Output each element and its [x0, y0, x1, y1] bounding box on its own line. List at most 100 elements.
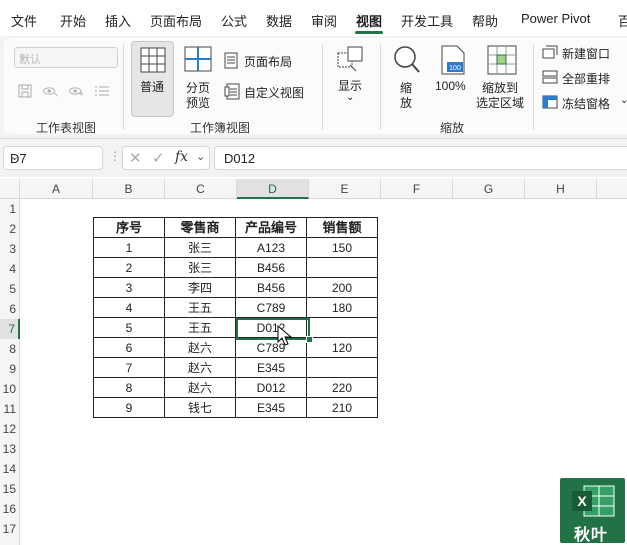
- table-cell[interactable]: 9: [93, 397, 165, 418]
- table-cell[interactable]: 4: [93, 297, 165, 318]
- table-cell[interactable]: 180: [306, 297, 378, 318]
- row-header-6[interactable]: 6: [0, 299, 20, 319]
- table-cell[interactable]: 赵六: [164, 357, 236, 378]
- table-cell[interactable]: C789: [235, 337, 307, 358]
- column-header-a[interactable]: A: [20, 179, 93, 199]
- column-header-e[interactable]: E: [309, 179, 381, 199]
- table-cell[interactable]: B456: [235, 257, 307, 278]
- table-cell[interactable]: 220: [306, 377, 378, 398]
- row-header-17[interactable]: 17: [0, 519, 20, 539]
- formula-input[interactable]: D012: [214, 146, 627, 170]
- fill-handle[interactable]: [306, 336, 313, 343]
- zoom-to-selection-button[interactable]: 缩放到 选定区域: [476, 41, 528, 115]
- row-header-18[interactable]: [0, 539, 20, 545]
- page-layout-button[interactable]: 页面布局: [222, 52, 322, 70]
- options-icon[interactable]: [94, 84, 110, 98]
- zoom-button[interactable]: 缩 放: [387, 41, 425, 115]
- header-cell[interactable]: 零售商: [164, 217, 236, 238]
- custom-views-button[interactable]: 自定义视图: [222, 83, 322, 101]
- tab-insert[interactable]: 插入: [105, 11, 131, 30]
- exit-view-icon[interactable]: [42, 84, 58, 98]
- table-cell[interactable]: 6: [93, 337, 165, 358]
- column-header-f[interactable]: F: [381, 179, 453, 199]
- tab-more[interactable]: 百: [618, 11, 627, 30]
- cancel-icon[interactable]: ✕: [129, 149, 142, 167]
- table-cell[interactable]: C789: [235, 297, 307, 318]
- zoom-100-button[interactable]: 100 100%: [431, 41, 473, 115]
- tab-home[interactable]: 开始: [60, 11, 86, 30]
- column-header-i[interactable]: [597, 179, 627, 199]
- tab-file[interactable]: 文件: [11, 11, 37, 30]
- tab-view[interactable]: 视图: [356, 11, 382, 30]
- row-header-15[interactable]: 15: [0, 479, 20, 499]
- row-header-3[interactable]: 3: [0, 239, 20, 259]
- table-cell[interactable]: 200: [306, 277, 378, 298]
- worksheet-grid[interactable]: A B C D E F G H 1 2 3 4 5 6 7 8 9 10 11 …: [0, 179, 627, 545]
- new-window-button[interactable]: 新建窗口: [540, 44, 627, 62]
- row-header-9[interactable]: 9: [0, 359, 20, 379]
- table-cell[interactable]: 张三: [164, 257, 236, 278]
- tab-formulas[interactable]: 公式: [221, 11, 247, 30]
- row-header-1[interactable]: 1: [0, 199, 20, 219]
- tab-page-layout[interactable]: 页面布局: [150, 11, 202, 30]
- arrange-all-button[interactable]: 全部重排: [540, 69, 627, 87]
- table-cell[interactable]: 8: [93, 377, 165, 398]
- table-cell[interactable]: D012: [235, 377, 307, 398]
- tab-developer[interactable]: 开发工具: [401, 11, 453, 30]
- table-cell[interactable]: 5: [93, 317, 165, 338]
- row-header-12[interactable]: 12: [0, 419, 20, 439]
- row-header-2[interactable]: 2: [0, 219, 20, 239]
- header-cell[interactable]: 序号: [93, 217, 165, 238]
- column-header-h[interactable]: H: [525, 179, 597, 199]
- table-cell[interactable]: E345: [235, 357, 307, 378]
- table-cell[interactable]: 赵六: [164, 377, 236, 398]
- tab-help[interactable]: 帮助: [472, 11, 498, 30]
- row-header-8[interactable]: 8: [0, 339, 20, 359]
- column-header-g[interactable]: G: [453, 179, 525, 199]
- row-header-14[interactable]: 14: [0, 459, 20, 479]
- table-cell[interactable]: [306, 317, 378, 338]
- row-header-4[interactable]: 4: [0, 259, 20, 279]
- normal-view-button[interactable]: 普通: [131, 41, 174, 117]
- header-cell[interactable]: 销售额: [306, 217, 378, 238]
- table-cell[interactable]: [306, 257, 378, 278]
- row-header-5[interactable]: 5: [0, 279, 20, 299]
- table-cell[interactable]: 210: [306, 397, 378, 418]
- insert-function-icon[interactable]: fx: [175, 149, 188, 165]
- table-cell[interactable]: 150: [306, 237, 378, 258]
- row-header-16[interactable]: 16: [0, 499, 20, 519]
- row-header-10[interactable]: 10: [0, 379, 20, 399]
- table-cell[interactable]: E345: [235, 397, 307, 418]
- tab-data[interactable]: 数据: [266, 11, 292, 30]
- table-cell[interactable]: 王五: [164, 297, 236, 318]
- row-header-7[interactable]: 7: [0, 319, 20, 339]
- tab-review[interactable]: 审阅: [311, 11, 337, 30]
- sheet-view-combo[interactable]: 默认 ⌄: [14, 47, 118, 68]
- table-cell[interactable]: 1: [93, 237, 165, 258]
- table-cell[interactable]: 钱七: [164, 397, 236, 418]
- new-view-icon[interactable]: [68, 84, 84, 98]
- table-cell[interactable]: A123: [235, 237, 307, 258]
- name-box[interactable]: D7 ⌄: [3, 146, 103, 170]
- table-cell[interactable]: B456: [235, 277, 307, 298]
- enter-icon[interactable]: ✓: [152, 149, 165, 167]
- tab-power-pivot[interactable]: Power Pivot: [521, 11, 590, 26]
- table-cell[interactable]: 张三: [164, 237, 236, 258]
- table-cell[interactable]: 2: [93, 257, 165, 278]
- table-cell[interactable]: [306, 357, 378, 378]
- table-cell[interactable]: 赵六: [164, 337, 236, 358]
- table-cell[interactable]: 3: [93, 277, 165, 298]
- show-button[interactable]: 显示 ⌄: [329, 41, 371, 115]
- column-header-d[interactable]: D: [237, 179, 309, 199]
- column-header-b[interactable]: B: [93, 179, 165, 199]
- keep-view-icon[interactable]: [18, 84, 34, 98]
- table-cell[interactable]: 王五: [164, 317, 236, 338]
- freeze-panes-button[interactable]: 冻结窗格 ⌄: [540, 94, 627, 112]
- table-cell[interactable]: 7: [93, 357, 165, 378]
- select-all-corner[interactable]: [0, 179, 20, 199]
- page-break-preview-button[interactable]: 分页 预览: [178, 41, 218, 115]
- table-cell[interactable]: 120: [306, 337, 378, 358]
- table-cell[interactable]: 李四: [164, 277, 236, 298]
- column-header-c[interactable]: C: [165, 179, 237, 199]
- row-header-13[interactable]: 13: [0, 439, 20, 459]
